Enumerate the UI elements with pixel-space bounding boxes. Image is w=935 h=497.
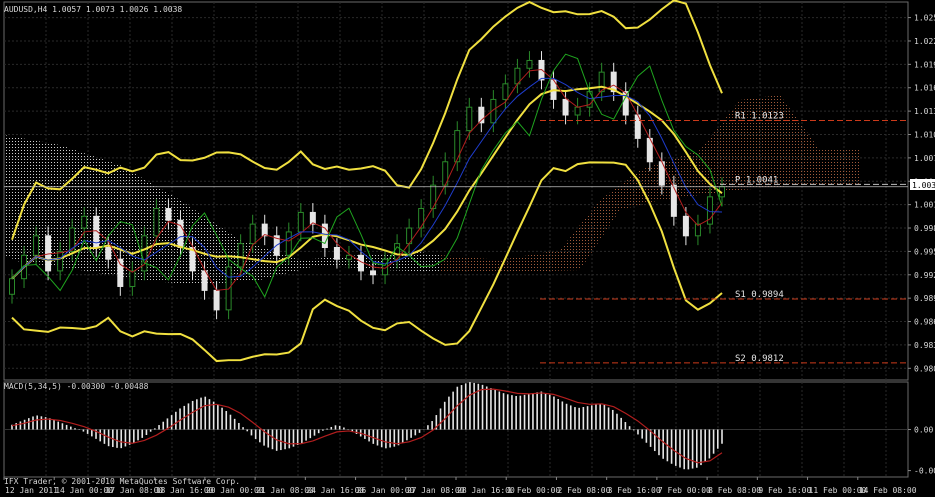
time-tick-label: 9 Feb 16:00 [758,486,811,495]
candle-body [117,258,124,287]
price-tick-label: 1.0255 [914,14,935,23]
cloud-brown [440,95,860,272]
macd-tick-label: 0.00 [914,426,933,435]
time-tick-label: 3 Feb 16:00 [608,486,661,495]
candle-body [370,270,377,276]
trading-chart: R1 1.0123 P 1.0041 S1 0.9894 S2 0.9812 1.02… [3,0,935,495]
candle-body [682,215,689,237]
macd-histogram [11,382,723,470]
pivot-label: S2 0.9812 [735,354,784,364]
candle-body [201,270,208,291]
candle-body [598,71,605,93]
candle-body [237,243,244,268]
candle-body [418,208,425,229]
current-price-label: 1.0038 [912,181,935,190]
candle-body [105,247,112,260]
copyright-text: IFX Trader, © 2001-2010 MetaQuotes Softw… [4,477,240,486]
candle-body [177,219,184,249]
price-tick-label: 1.0015 [914,201,935,210]
macd-signal-line [11,388,723,464]
candle-body [129,270,136,287]
candle-body [574,106,581,116]
price-tick-label: 0.9865 [914,318,935,327]
macd-info: MACD(5,34,5) -0.00300 -0.00488 [4,382,149,391]
pivot-label: S1 0.9894 [735,290,784,300]
grid [4,382,908,477]
symbol-info: AUDUSD,H4 1.0057 1.0073 1.0026 1.0038 [4,5,182,14]
price-tick-label: 1.0075 [914,154,935,163]
price-tick-label: 1.0225 [914,37,935,46]
time-tick-label: 12 Jan 2011 [5,486,58,495]
candle-body [466,106,473,132]
candle-body [526,59,533,69]
candle-body [670,184,677,217]
candle-body [153,208,160,237]
time-tick-label: 7 Feb 00:00 [658,486,711,495]
time-tick-label: 14 Feb 08:00 [859,486,917,495]
price-tick-label: 1.0165 [914,84,935,93]
candle-body [562,98,569,116]
candle-body [297,211,304,233]
time-tick-label: 2 Feb 08:00 [557,486,610,495]
candle-body [81,215,88,229]
candle-body [333,247,340,260]
candle-body [213,289,220,311]
candle-body [9,278,15,295]
macd-panel[interactable] [4,382,908,477]
time-tick-label: 1 Feb 00:00 [507,486,560,495]
price-tick-label: 0.9955 [914,247,935,256]
candle-body [285,231,292,256]
price-tick-label: 0.9835 [914,341,935,350]
price-tick-label: 1.0135 [914,107,935,116]
price-tick-label: 0.9925 [914,271,935,280]
price-tick-label: 0.9805 [914,364,935,373]
price-tick-label: 0.9985 [914,224,935,233]
price-tick-label: 1.0195 [914,60,935,69]
pivot-label: R1 1.0123 [735,111,784,121]
price-tick-label: 0.9895 [914,294,935,303]
candle-body [345,254,352,260]
candle-body [249,223,256,245]
price-tick-label: 1.0105 [914,130,935,139]
current-price-marker: 1.0038 [910,179,935,190]
candle-body [454,130,461,163]
pivot-label: P 1.0041 [735,175,778,185]
candle-body [502,83,509,100]
candle-body [57,250,64,272]
price-panel[interactable]: R1 1.0123 P 1.0041 S1 0.9894 S2 0.9812 [4,0,908,380]
candle-body [33,235,40,256]
macd-signal-path [11,388,723,464]
candle-body [165,208,172,221]
price-axis: 1.0255 1.0225 1.0195 1.0165 1.0135 1.0105 1.00… [908,14,935,476]
macd-tick-label: -0.00865 [914,467,935,476]
time-tick-label: 8 Feb 08:00 [708,486,761,495]
